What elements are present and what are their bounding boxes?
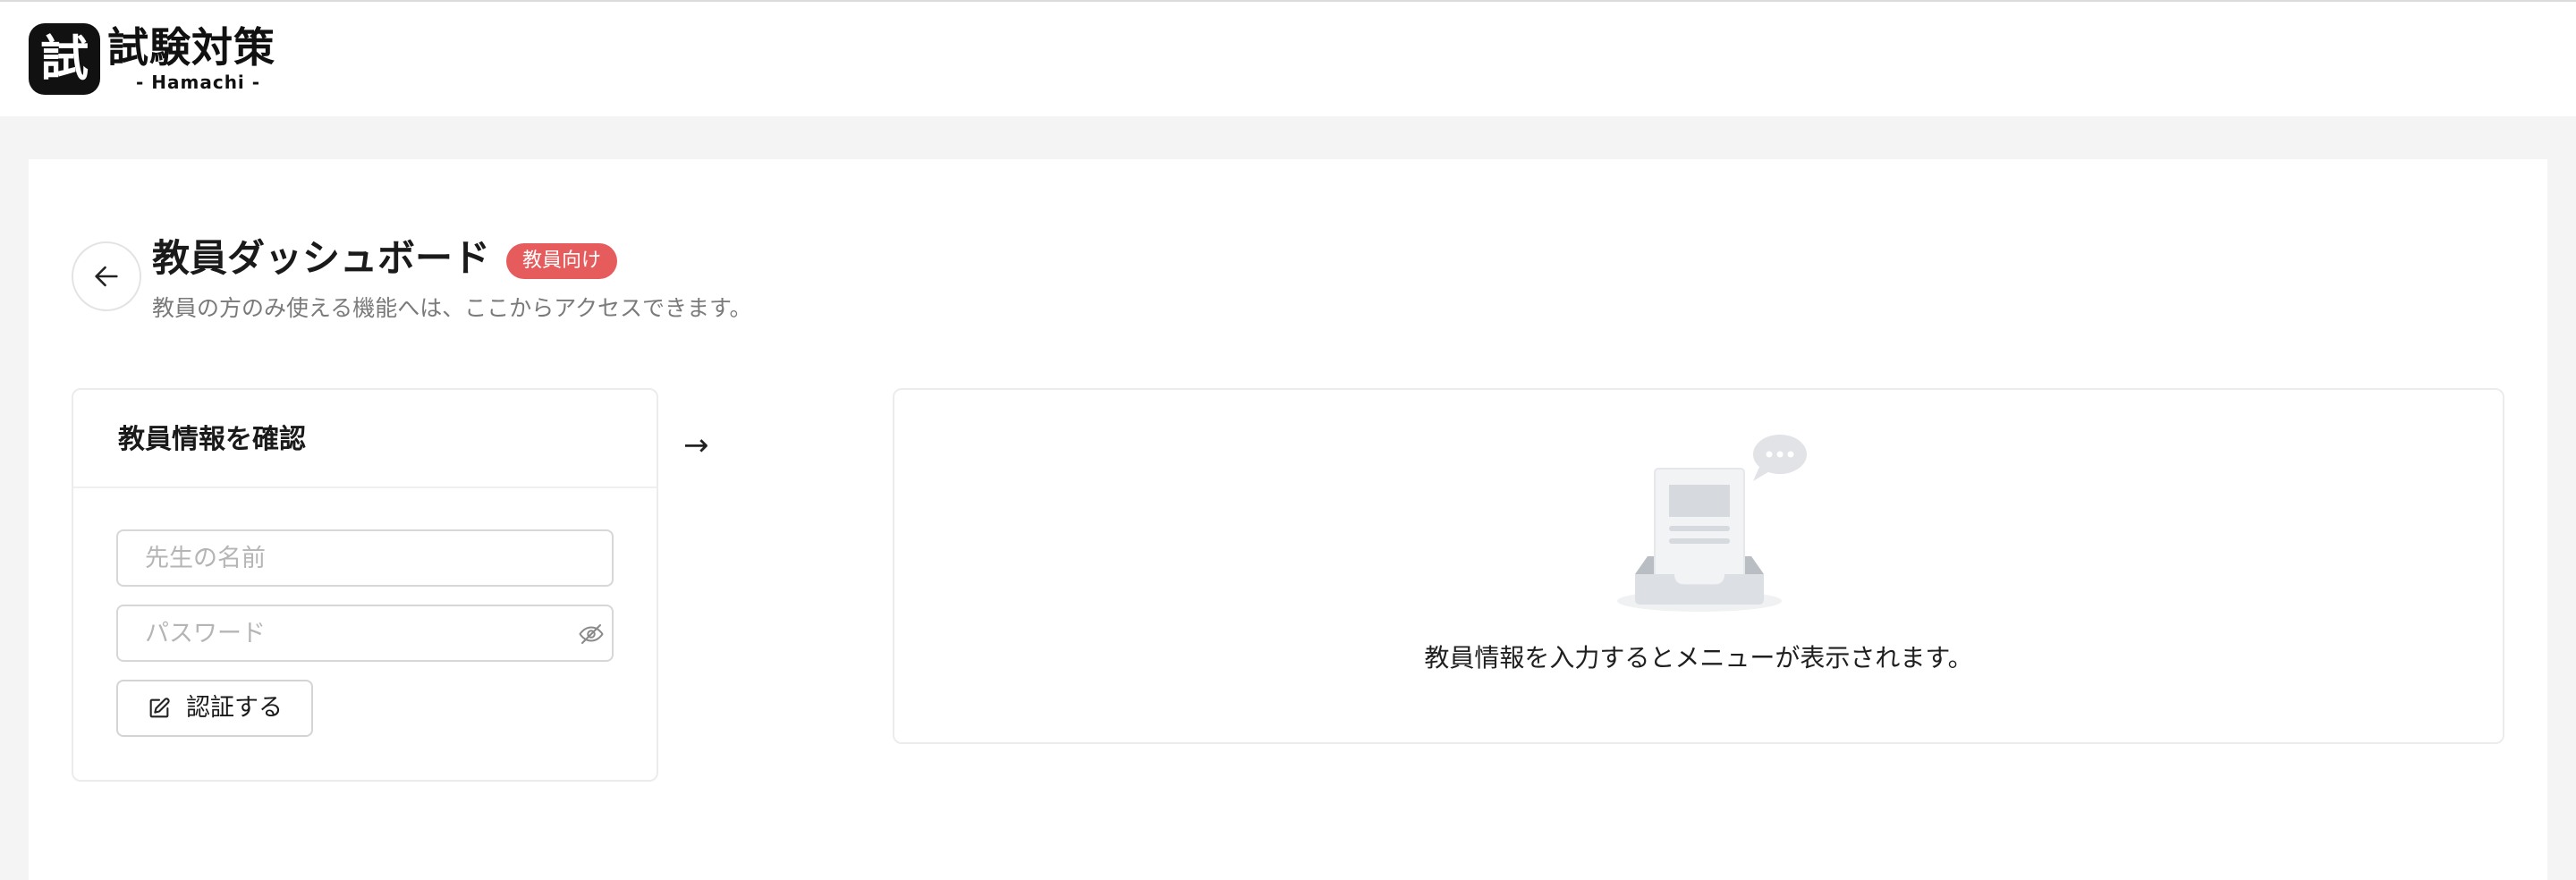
back-button[interactable] [72, 241, 141, 311]
app-header: 試 試験対策 - Hamachi - [0, 2, 2576, 116]
auth-card-title: 教員情報を確認 [118, 424, 306, 455]
empty-state-message: 教員情報を入力するとメニューが表示されます。 [1424, 643, 1973, 673]
main-panel: 教員ダッシュボード 教員向け 教員の方のみ使える機能へは、ここからアクセスできま… [29, 159, 2547, 880]
flow-arrow: → [683, 427, 709, 463]
page-title: 教員ダッシュボード [152, 236, 491, 280]
authenticate-button-label: 認証する [186, 694, 283, 722]
audience-badge: 教員向け [506, 243, 618, 279]
eye-off-icon[interactable] [578, 621, 605, 647]
page-subtitle: 教員の方のみ使える機能へは、ここからアクセスできます。 [152, 295, 752, 321]
authenticate-button[interactable]: 認証する [116, 680, 313, 737]
edit-icon [149, 698, 170, 718]
logo-title[interactable]: 試験対策 [107, 25, 275, 70]
inbox-empty-icon [1617, 435, 1807, 612]
auth-card: 教員情報を確認 認証する [72, 388, 658, 782]
arrow-left-icon [95, 266, 118, 287]
password-input[interactable] [116, 605, 614, 662]
logo-subtitle: - Hamachi - [136, 72, 261, 93]
teacher-name-input[interactable] [116, 529, 614, 587]
menu-result-card: 教員情報を入力するとメニューが表示されます。 [893, 388, 2504, 744]
logo-mark[interactable]: 試 [29, 23, 100, 95]
